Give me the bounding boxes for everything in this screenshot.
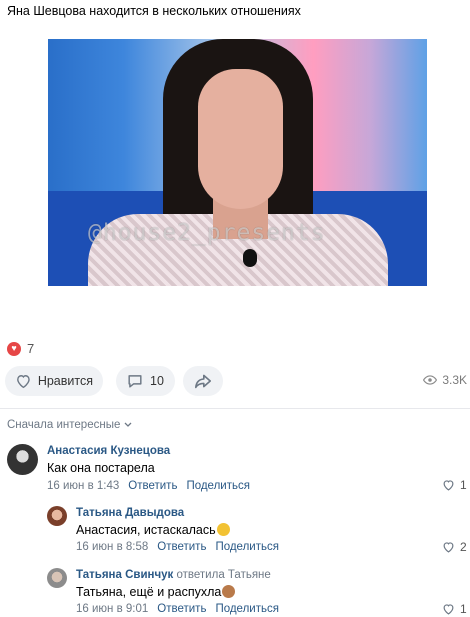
- reactions-count: 7: [27, 341, 35, 356]
- comment-text: Как она постарела: [47, 461, 155, 475]
- reply-button[interactable]: Ответить: [157, 603, 206, 615]
- comment-button[interactable]: 10: [116, 366, 175, 396]
- like-button-label: Нравится: [37, 374, 93, 388]
- smirk-emoji-icon: [216, 523, 230, 536]
- microphone-icon: [243, 249, 257, 267]
- comment-date[interactable]: 16 июн в 8:58: [76, 541, 148, 553]
- video-person-face: [198, 69, 283, 209]
- heart-outline-icon: [443, 542, 454, 553]
- comment-icon: [128, 375, 142, 388]
- comment: Анастасия Кузнецова Как она постарела 16…: [7, 444, 467, 496]
- comments-sort-label: Сначала интересные: [7, 419, 121, 431]
- heart-outline-icon: [443, 604, 454, 615]
- reply-button[interactable]: Ответить: [128, 480, 177, 492]
- reply-button[interactable]: Ответить: [157, 541, 206, 553]
- comment-meta: 16 июн в 9:01 Ответить Поделиться: [76, 603, 279, 615]
- comment-date[interactable]: 16 июн в 9:01: [76, 603, 148, 615]
- comment-text: Татьяна, ещё и распухла: [76, 585, 236, 599]
- comment-meta: 16 июн в 1:43 Ответить Поделиться: [47, 480, 250, 492]
- comment-reply: Татьяна Свинчук ответила Татьяне Татьяна…: [47, 568, 467, 616]
- see-no-evil-monkey-emoji-icon: [222, 585, 236, 598]
- divider: [0, 408, 470, 409]
- comment-author[interactable]: Анастасия Кузнецова: [47, 445, 170, 457]
- heart-icon: ♥: [7, 341, 21, 356]
- comment-meta: 16 июн в 8:58 Ответить Поделиться: [76, 541, 279, 553]
- heart-outline-icon: [17, 375, 30, 389]
- avatar[interactable]: [7, 444, 38, 475]
- comment-author-name[interactable]: Татьяна Свинчук: [76, 569, 173, 581]
- share-comment-button[interactable]: Поделиться: [215, 603, 279, 615]
- comments-count: 10: [150, 374, 164, 388]
- comment-like-count: 1: [460, 478, 467, 492]
- heart-outline-icon: [443, 480, 454, 491]
- share-comment-button[interactable]: Поделиться: [215, 541, 279, 553]
- comment-like-button[interactable]: 2: [442, 540, 467, 554]
- comment-author[interactable]: Татьяна Давыдова: [76, 507, 184, 519]
- comment-author: Татьяна Свинчук ответила Татьяне: [76, 569, 271, 581]
- avatar[interactable]: [47, 568, 67, 588]
- post-text: Яна Шевцова находится в нескольких отнош…: [7, 4, 301, 18]
- comment-date[interactable]: 16 июн в 1:43: [47, 480, 119, 492]
- comment-like-count: 2: [460, 540, 467, 554]
- avatar[interactable]: [47, 506, 67, 526]
- share-icon: [195, 374, 212, 389]
- views-counter: 3.3K: [423, 373, 467, 387]
- comments-sort-dropdown[interactable]: Сначала интересные: [7, 419, 132, 431]
- comment-text: Анастасия, истаскалась: [76, 523, 230, 537]
- comment-text-body: Анастасия, истаскалась: [76, 523, 216, 537]
- comment-like-button[interactable]: 1: [442, 602, 467, 616]
- post-video[interactable]: @house2_presents: [48, 39, 427, 286]
- share-button[interactable]: [183, 366, 223, 396]
- comment-reply: Татьяна Давыдова Анастасия, истаскалась …: [47, 506, 467, 558]
- comment-like-count: 1: [460, 602, 467, 616]
- chevron-down-icon: [124, 422, 132, 427]
- comment-text-body: Татьяна, ещё и распухла: [76, 585, 222, 599]
- like-button[interactable]: Нравится: [5, 366, 103, 396]
- share-comment-button[interactable]: Поделиться: [186, 480, 250, 492]
- post-actions-bar: Нравится 10 3.3K: [5, 366, 467, 396]
- video-watermark: @house2_presents: [88, 220, 326, 246]
- views-count: 3.3K: [442, 373, 467, 387]
- reactions-summary[interactable]: ♥ 7: [7, 341, 34, 356]
- eye-icon: [423, 375, 438, 385]
- comment-like-button[interactable]: 1: [442, 478, 467, 492]
- replied-to-label[interactable]: ответила Татьяне: [177, 569, 271, 581]
